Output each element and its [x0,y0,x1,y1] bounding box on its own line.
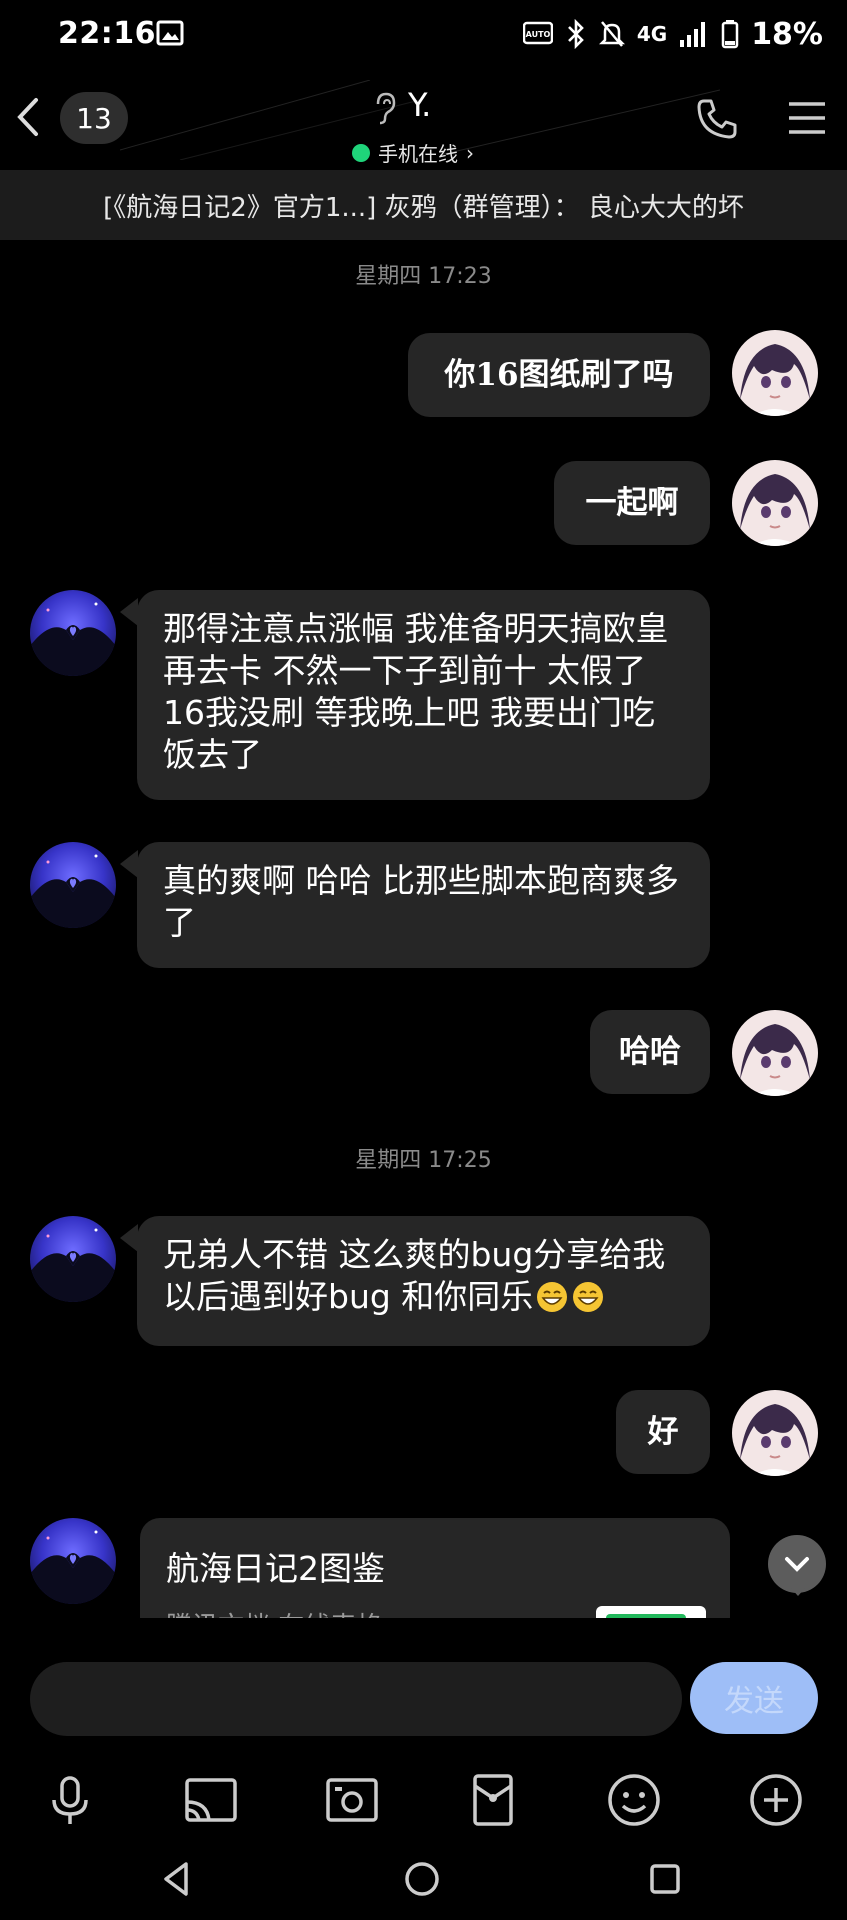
card-subtitle: 腾讯文档 在线表格 [166,1606,382,1618]
microphone-icon[interactable] [40,1770,100,1830]
message-bubble-outgoing[interactable]: 哈哈 [590,1010,710,1094]
hands-heart-avatar-image [30,842,116,928]
anime-avatar-image [732,330,818,416]
message-timestamp: 星期四 17:23 [355,264,492,289]
nav-back-icon[interactable] [152,1854,202,1904]
self-avatar[interactable] [732,330,818,416]
message-bubble-outgoing[interactable]: 好 [616,1390,710,1474]
mute-icon [598,21,625,47]
phone-icon[interactable] [694,96,740,142]
chevron-down-icon [785,1557,809,1572]
group-notice-text: [《航海日记2》官方1...] 灰鸦（群管理）： 良心大大的坏 [103,192,744,223]
bubble-tail [120,1224,138,1252]
composer-toolbar [0,1760,847,1840]
message-bubble-incoming[interactable]: 兄弟人不错 这么爽的bug分享给我 以后遇到好bug 和你同乐 [137,1216,710,1346]
anime-avatar-image [732,460,818,546]
grin-emoji-icon [537,1282,568,1312]
screen-share-icon[interactable] [181,1770,241,1830]
message-input[interactable] [30,1662,682,1736]
online-dot [352,143,370,162]
battery-percent: 18% [751,16,823,52]
online-status-text: 手机在线 [378,142,458,166]
contact-avatar[interactable] [30,1518,116,1604]
chat-header: 13 Y. 手机在线 › [0,70,847,170]
ear-icon [376,92,396,125]
bubble-tail [120,598,138,626]
message-bubble-outgoing[interactable]: 你16图纸刷了吗 [408,333,710,417]
status-time: 22:16 [58,16,156,51]
send-button[interactable]: 发送 [690,1662,818,1734]
card-title: 航海日记2图鉴 [166,1549,385,1588]
status-bar: 22:16 AUTO 4G 18% [0,0,847,70]
contact-avatar[interactable] [30,1216,116,1302]
svg-text:AUTO: AUTO [525,30,550,39]
chevron-right-icon: › [466,140,474,165]
group-notice-bar[interactable]: [《航海日记2》官方1...] 灰鸦（群管理）： 良心大大的坏 [0,170,847,240]
message-bubble-outgoing[interactable]: 一起啊 [554,461,710,545]
chat-title: Y. [408,86,432,124]
image-icon [156,20,184,46]
battery-icon [721,20,739,49]
red-packet-icon[interactable] [463,1770,523,1830]
scroll-to-bottom-button[interactable] [768,1535,826,1596]
composer: 发送 [0,1620,847,1920]
self-avatar[interactable] [732,1010,818,1096]
chat-title-block[interactable]: Y. 手机在线 › [300,86,550,166]
anime-avatar-image [732,1010,818,1096]
nav-home-icon[interactable] [397,1854,447,1904]
message-bubble-incoming[interactable]: 真的爽啊 哈哈 比那些脚本跑商爽多了 [137,842,710,968]
self-avatar[interactable] [732,460,818,546]
message-bubble-incoming[interactable]: 那得注意点涨幅 我准备明天搞欧皇 再去卡 不然一下子到前十 太假了 16我没刷 … [137,590,710,800]
emoji-icon[interactable] [604,1770,664,1830]
card-thumbnail [596,1606,706,1618]
photo-icon[interactable] [322,1770,382,1830]
menu-icon[interactable] [786,98,828,138]
contact-avatar[interactable] [30,590,116,676]
hands-heart-avatar-image [30,1518,116,1604]
contact-avatar[interactable] [30,842,116,928]
grin-emoji-icon [573,1282,604,1312]
shared-doc-card[interactable]: 航海日记2图鉴 腾讯文档 在线表格 [140,1518,730,1618]
status-icons: AUTO 4G 18% [522,14,823,54]
bluetooth-icon [567,19,584,49]
auto-brightness-icon: AUTO [522,21,553,45]
back-arrow-icon[interactable] [8,92,48,142]
self-avatar[interactable] [732,1390,818,1476]
unread-count-badge[interactable]: 13 [60,92,128,144]
online-status[interactable]: 手机在线 › [352,138,474,167]
bubble-tail [120,850,138,878]
nav-recents-icon[interactable] [640,1854,690,1904]
hands-heart-avatar-image [30,590,116,676]
plus-icon[interactable] [746,1770,806,1830]
network-type: 4G [636,22,668,46]
hands-heart-avatar-image [30,1216,116,1302]
system-navigation-bar [0,1840,847,1920]
message-timestamp: 星期四 17:25 [355,1148,492,1173]
anime-avatar-image [732,1390,818,1476]
signal-icon [680,22,706,47]
